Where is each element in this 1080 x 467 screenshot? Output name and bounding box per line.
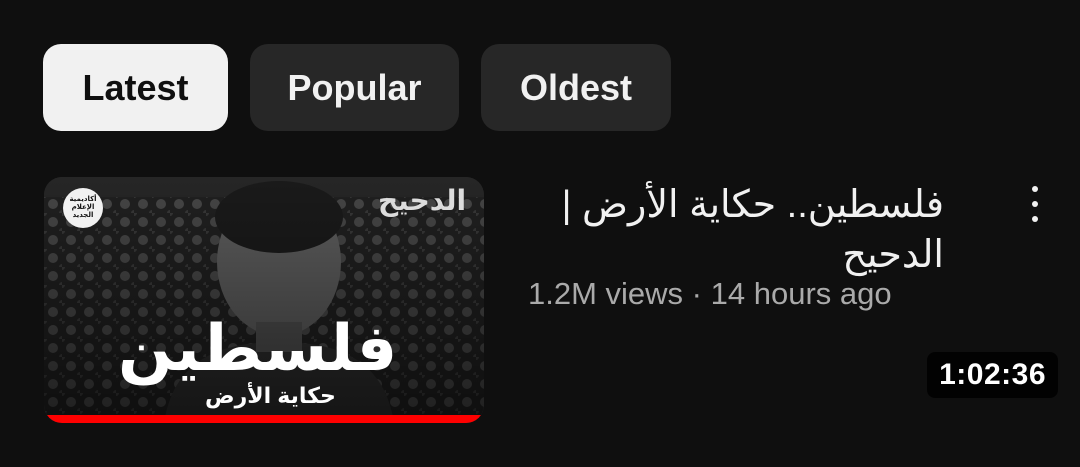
watch-progress-bar	[44, 415, 484, 423]
chip-popular[interactable]: Popular	[250, 44, 459, 131]
thumbnail-overlay-title: فلسطين	[118, 312, 398, 384]
upload-age: 14 hours ago	[710, 276, 892, 311]
filter-chips: Latest Popular Oldest	[43, 44, 671, 131]
view-count: 1.2M views	[528, 276, 684, 311]
video-duration-badge: 1:02:36	[927, 352, 1058, 398]
thumbnail-brand-text: الدحيح	[378, 185, 467, 216]
chip-latest[interactable]: Latest	[43, 44, 228, 131]
meta-separator: ·	[691, 276, 702, 311]
chip-oldest[interactable]: Oldest	[481, 44, 671, 131]
video-title[interactable]: فلسطين.. حكاية الأرض | الدحيح	[524, 180, 944, 280]
thumbnail-overlay-subtitle: حكاية الأرض	[205, 383, 336, 408]
video-meta: 1.2M views · 14 hours ago	[528, 276, 892, 312]
channel-videos-page: Latest Popular Oldest أكاديمية الإعلام ا…	[0, 0, 1080, 467]
channel-badge-logo: أكاديمية الإعلام الجديد	[63, 188, 103, 228]
more-vertical-icon[interactable]	[1022, 186, 1048, 222]
